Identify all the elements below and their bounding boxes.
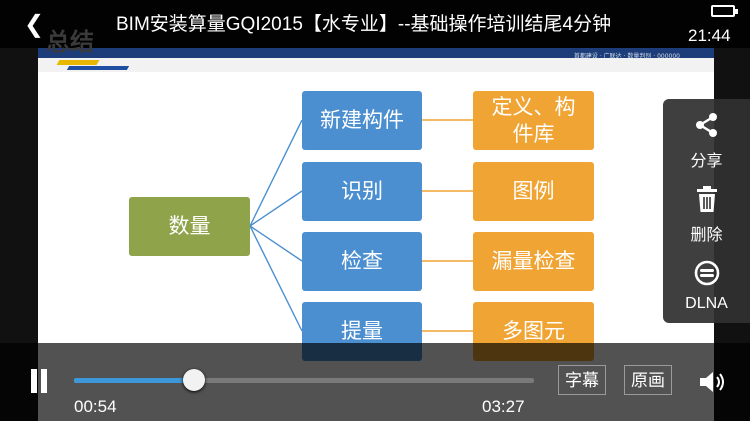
mindmap-category-label: 检查 <box>341 249 383 273</box>
mindmap-connector-root-1 <box>249 190 303 227</box>
mindmap-detail-box: 图例 <box>473 162 594 221</box>
mindmap-detail-label: 漏量检查 <box>491 249 576 273</box>
seek-progress <box>74 378 194 383</box>
delete-label: 删除 <box>690 227 723 244</box>
status-clock: 21:44 <box>688 26 731 45</box>
share-label: 分享 <box>690 153 723 170</box>
mindmap-category-box: 新建构件 <box>302 91 422 150</box>
mindmap-detail-label: 图例 <box>512 179 555 203</box>
slide-watermark-text: 总结 <box>46 28 94 56</box>
share-button[interactable]: 分享 <box>663 103 750 171</box>
total-time: 03:27 <box>482 397 525 416</box>
subtitle-button[interactable]: 字幕 <box>558 365 606 395</box>
dlna-label: DLNA <box>685 295 728 312</box>
chevron-left-icon[interactable]: ❮ <box>24 9 52 39</box>
trash-icon <box>697 186 717 212</box>
volume-icon[interactable] <box>698 369 728 395</box>
player-controls: 00:54 03:27 字幕 原画 <box>0 343 750 421</box>
mindmap-category-label: 提量 <box>341 319 383 343</box>
mindmap-detail-label: 多图元 <box>502 319 565 343</box>
video-title: BIM安装算量GQI2015【水专业】--基础操作培训结尾4分钟 <box>116 14 612 35</box>
dlna-icon <box>694 260 720 286</box>
current-time: 00:54 <box>74 397 117 416</box>
mindmap-root-label: 数量 <box>168 214 211 238</box>
mindmap-detail-box: 定义、构件库 <box>473 91 594 150</box>
share-icon <box>696 113 717 137</box>
mindmap-root-box: 数量 <box>129 197 250 256</box>
battery-icon <box>711 5 738 17</box>
mindmap-connector-root-2 <box>249 225 303 262</box>
video-player[interactable]: 首都建设 · 广联达 · 数量判别 · 000000 数量 新建构件 识别 检查… <box>0 0 750 421</box>
player-top-bar: 总结 ❮ BIM安装算量GQI2015【水专业】--基础操作培训结尾4分钟 21… <box>0 0 750 56</box>
original-quality-button[interactable]: 原画 <box>624 365 672 395</box>
seek-bar[interactable] <box>74 369 534 391</box>
mindmap-connector-root-3 <box>249 225 303 332</box>
mindmap-category-label: 识别 <box>341 179 383 203</box>
pause-icon[interactable] <box>28 369 50 395</box>
mindmap-category-box: 检查 <box>302 232 422 291</box>
side-menu: 分享 删除 DLNA <box>663 99 750 323</box>
mindmap-category-label: 新建构件 <box>320 108 404 132</box>
mindmap-detail-label: 定义、构件库 <box>491 94 576 146</box>
delete-button[interactable]: 删除 <box>663 177 750 245</box>
mindmap-detail-box: 漏量检查 <box>473 232 594 291</box>
dlna-button[interactable]: DLNA <box>663 251 750 319</box>
mindmap-category-box: 识别 <box>302 162 422 221</box>
mindmap-connector-root-0 <box>249 119 303 227</box>
seek-handle[interactable] <box>182 369 205 391</box>
